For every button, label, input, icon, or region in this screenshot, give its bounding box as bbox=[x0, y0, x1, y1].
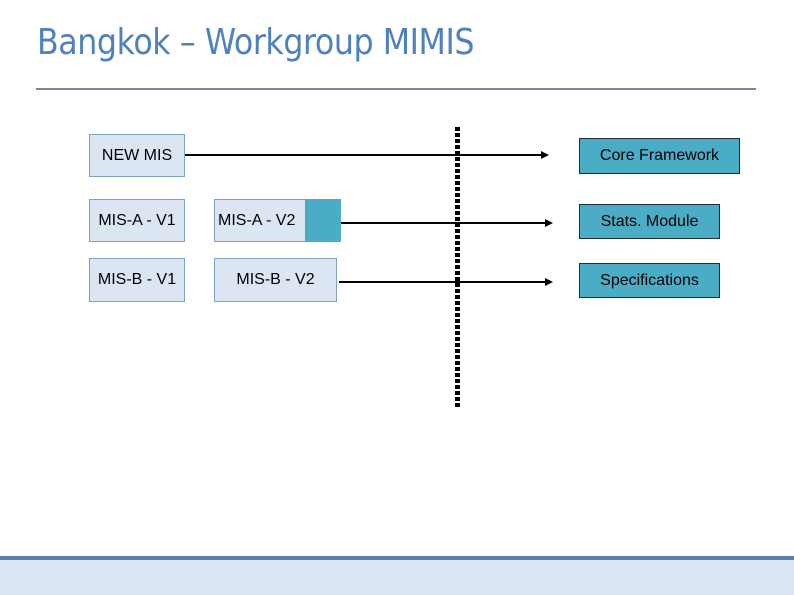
specifications-label: Specifications bbox=[600, 271, 699, 289]
mis-b-v2-label: MIS-B - V2 bbox=[236, 271, 315, 288]
new-mis-label: NEW MIS bbox=[101, 146, 173, 164]
core-framework-label: Core Framework bbox=[599, 147, 720, 164]
mis-a-v1-label: MIS-A - V1 bbox=[98, 211, 176, 229]
core-framework-box[interactable]: Core Framework bbox=[579, 138, 740, 174]
arrowhead-icon bbox=[541, 151, 549, 159]
mis-a-v2-label: MIS-A - V2 bbox=[218, 211, 296, 229]
stats-module-box[interactable]: Stats. Module bbox=[579, 204, 720, 239]
mis-a-v1-box[interactable]: MIS-A - V1 bbox=[89, 199, 185, 242]
mis-b-connector bbox=[339, 281, 546, 283]
mis-a-v2-box[interactable]: MIS-A - V2 bbox=[214, 199, 341, 242]
mis-a-v2-accent bbox=[305, 199, 341, 242]
mis-b-v1-label: MIS-B - V1 bbox=[97, 271, 177, 288]
mis-b-v2-box[interactable]: MIS-B - V2 bbox=[214, 258, 337, 302]
arrowhead-icon bbox=[545, 278, 553, 286]
new-mis-connector bbox=[185, 154, 542, 156]
new-mis-box[interactable]: NEW MIS bbox=[89, 134, 185, 177]
footer-band bbox=[0, 560, 794, 595]
specifications-box[interactable]: Specifications bbox=[579, 263, 720, 298]
arrowhead-icon bbox=[545, 219, 553, 227]
slide-title: Bangkok – Workgroup MIMIS bbox=[37, 22, 475, 63]
dotted-divider bbox=[455, 127, 460, 409]
mis-b-v1-box[interactable]: MIS-B - V1 bbox=[89, 258, 185, 302]
stats-module-label: Stats. Module bbox=[600, 212, 699, 230]
mis-a-connector bbox=[341, 222, 546, 224]
title-divider bbox=[36, 88, 756, 90]
